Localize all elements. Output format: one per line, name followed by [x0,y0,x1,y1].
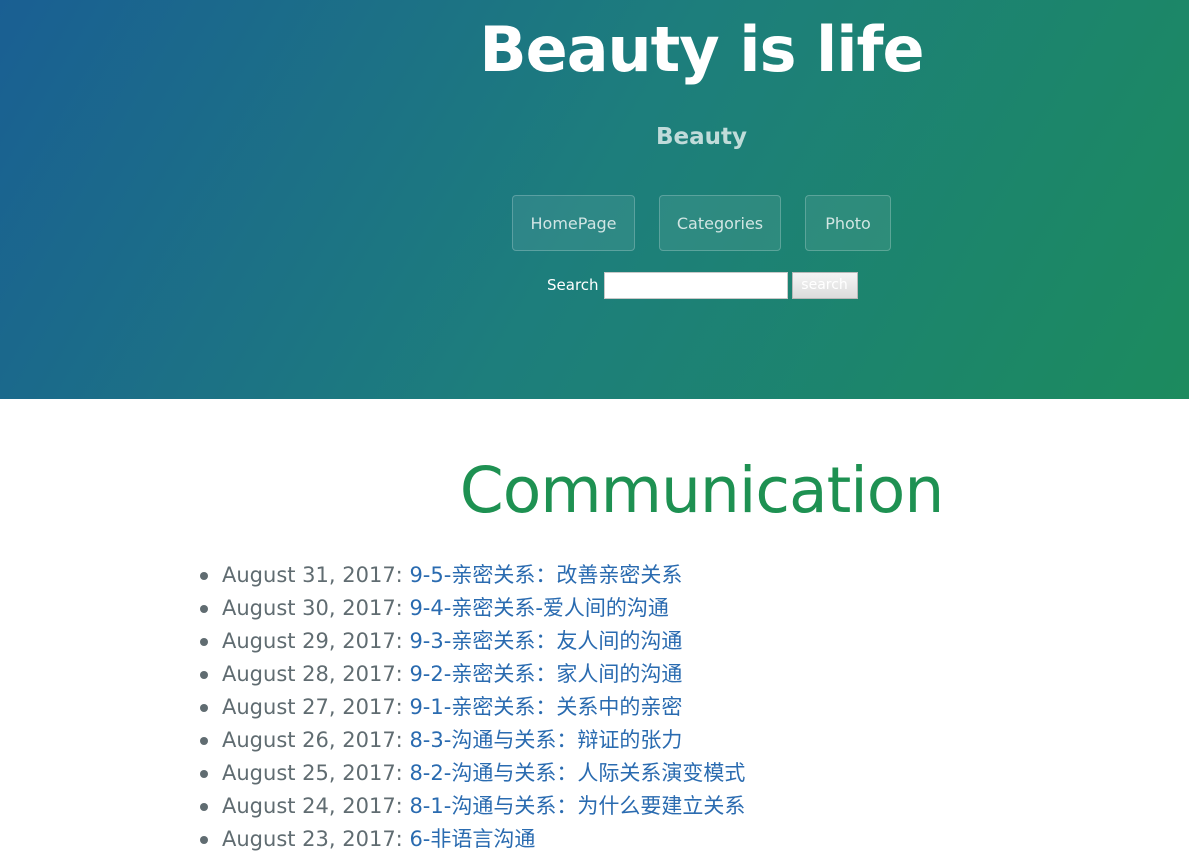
post-date: August 25, 2017: [222,761,410,785]
bullet-icon [200,770,208,778]
post-link[interactable]: 9-3-亲密关系：友人间的沟通 [409,629,682,653]
post-date: August 27, 2017: [222,695,410,719]
post-list-item: August 28, 2017: 9-2-亲密关系：家人间的沟通 [196,658,745,691]
bullet-icon [200,605,208,613]
post-date: August 28, 2017: [222,662,410,686]
main-nav: HomePage Categories Photo [512,195,891,251]
post-link[interactable]: 9-5-亲密关系：改善亲密关系 [409,563,682,587]
post-date: August 30, 2017: [222,596,410,620]
post-link[interactable]: 9-1-亲密关系：关系中的亲密 [409,695,682,719]
search-button[interactable]: search [791,271,858,299]
post-link[interactable]: 8-1-沟通与关系：为什么要建立关系 [409,794,745,818]
post-date: August 29, 2017: [222,629,410,653]
post-date: August 26, 2017: [222,728,410,752]
bullet-icon [200,704,208,712]
bullet-icon [200,638,208,646]
post-list-item: August 31, 2017: 9-5-亲密关系：改善亲密关系 [196,559,745,592]
main-content: Communication August 31, 2017: 9-5-亲密关系：… [0,399,1189,855]
post-list-item: August 25, 2017: 8-2-沟通与关系：人际关系演变模式 [196,757,745,790]
post-list: August 31, 2017: 9-5-亲密关系：改善亲密关系 August … [196,559,745,856]
bullet-icon [200,803,208,811]
post-link[interactable]: 9-4-亲密关系-爱人间的沟通 [409,596,668,620]
post-list-item: August 23, 2017: 6-非语言沟通 [196,823,745,856]
search-form: Search search [547,271,858,299]
category-title: Communication [459,454,945,527]
site-title[interactable]: Beauty is life [0,8,1189,92]
page-header: Beauty is life Beauty HomePage Categorie… [0,0,1189,399]
bullet-icon [200,836,208,844]
post-link[interactable]: 9-2-亲密关系：家人间的沟通 [409,662,682,686]
search-input[interactable] [603,271,788,299]
post-link[interactable]: 8-3-沟通与关系：辩证的张力 [409,728,682,752]
post-link[interactable]: 8-2-沟通与关系：人际关系演变模式 [409,761,745,785]
search-label: Search [547,276,599,294]
bullet-icon [200,737,208,745]
nav-photo-button[interactable]: Photo [805,195,891,251]
bullet-icon [200,572,208,580]
post-date: August 24, 2017: [222,794,410,818]
bullet-icon [200,671,208,679]
post-link[interactable]: 6-非语言沟通 [409,827,535,851]
post-date: August 31, 2017: [222,563,410,587]
post-list-item: August 24, 2017: 8-1-沟通与关系：为什么要建立关系 [196,790,745,823]
post-list-item: August 30, 2017: 9-4-亲密关系-爱人间的沟通 [196,592,745,625]
post-list-item: August 29, 2017: 9-3-亲密关系：友人间的沟通 [196,625,745,658]
post-list-item: August 26, 2017: 8-3-沟通与关系：辩证的张力 [196,724,745,757]
post-list-item: August 27, 2017: 9-1-亲密关系：关系中的亲密 [196,691,745,724]
nav-categories-button[interactable]: Categories [659,195,781,251]
post-date: August 23, 2017: [222,827,410,851]
site-tagline: Beauty [655,124,747,150]
nav-homepage-button[interactable]: HomePage [512,195,635,251]
